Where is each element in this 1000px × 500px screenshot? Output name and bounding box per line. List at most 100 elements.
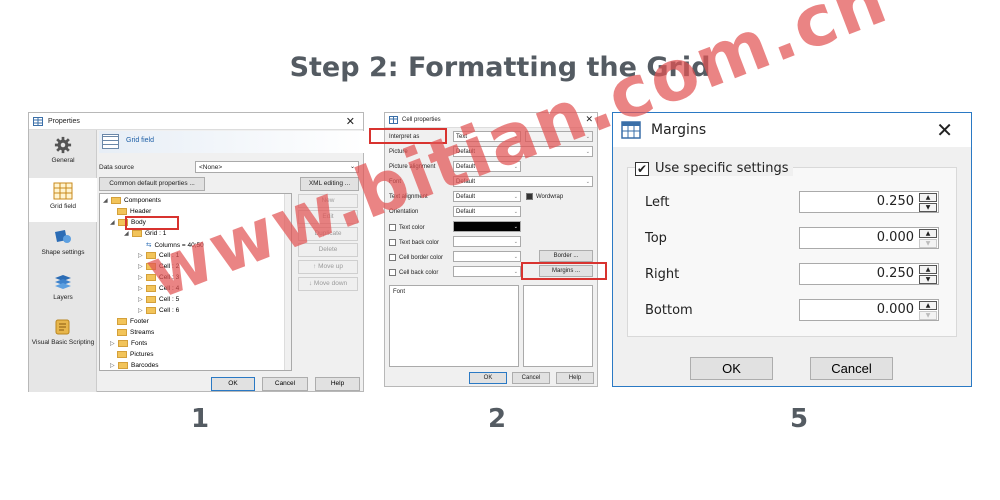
chevron-down-icon: ⌄ (513, 254, 518, 260)
nav-item-shape-settings[interactable]: Shape settings (29, 228, 97, 256)
tree-item-header[interactable]: Header (117, 208, 151, 215)
tree-label: Cell : 2 (159, 263, 180, 270)
help-button[interactable]: Help (556, 372, 594, 384)
help-button[interactable]: Help (315, 377, 360, 391)
tree-scrollbar[interactable] (284, 194, 291, 370)
picture-select[interactable]: Default ⌄ (453, 146, 593, 157)
top-value: 0.000 (876, 230, 914, 245)
nav-item-general[interactable]: General (29, 136, 97, 164)
duplicate-button[interactable]: Duplicate (298, 227, 358, 241)
delete-button[interactable]: Delete (298, 243, 358, 257)
wordwrap-checkbox[interactable]: Wordwrap (526, 193, 563, 200)
cancel-button[interactable]: Cancel (512, 372, 550, 384)
data-source-select[interactable]: <None> ⌄ (195, 161, 359, 173)
tree-label: Barcodes (131, 362, 159, 369)
top-input[interactable]: 0.000 ▲ ▼ (799, 227, 939, 249)
tree-item-barcodes[interactable]: ▷ Barcodes (110, 362, 158, 369)
common-default-properties-button[interactable]: Common default properties ... (99, 177, 205, 191)
select-value: Default (456, 164, 476, 170)
select-value: Default (456, 149, 476, 155)
text-color-checkbox[interactable]: Text color (389, 224, 425, 231)
move-up-label: Move up (318, 263, 343, 270)
tree-item-cell[interactable]: ▷ Cell : 2 (138, 263, 179, 270)
tree-item-cell[interactable]: ▷ Cell : 3 (138, 274, 179, 281)
nav-item-grid-field[interactable]: Grid field (29, 178, 97, 222)
interpret-extra-select[interactable]: ⌄ (525, 131, 593, 142)
expand-arrow-icon: ▷ (138, 308, 143, 314)
nav-label-visual-basic-scripting: Visual Basic Scripting (31, 339, 95, 346)
properties-title: Properties (48, 117, 80, 125)
move-up-button[interactable]: ↑ Move up (298, 260, 358, 274)
spin-down-icon[interactable]: ▼ (919, 203, 937, 212)
right-input[interactable]: 0.250 ▲ ▼ (799, 263, 939, 285)
cell-back-color-picker[interactable]: ⌄ (453, 266, 521, 277)
orientation-label: Orientation (389, 209, 419, 215)
spin-up-icon[interactable]: ▲ (919, 229, 937, 238)
expand-arrow-icon: ▷ (138, 297, 143, 303)
move-down-button[interactable]: ↓ Move down (298, 277, 358, 291)
tree-label: Cell : 4 (159, 285, 180, 292)
cell-properties-titlebar: Cell properties ✕ (385, 113, 597, 128)
checkbox-checked-icon (526, 193, 533, 200)
spin-up-icon[interactable]: ▲ (919, 301, 937, 310)
ok-button[interactable]: OK (469, 372, 507, 384)
new-button[interactable]: New (298, 194, 358, 208)
border-button[interactable]: Border ... (539, 250, 593, 262)
text-back-color-picker[interactable]: ⌄ (453, 236, 521, 247)
nav-item-layers[interactable]: Layers (29, 273, 97, 301)
close-icon[interactable]: ✕ (585, 114, 593, 125)
expand-arrow-icon: ▷ (110, 341, 115, 347)
tree-label: Cell : 1 (159, 252, 180, 259)
text-back-color-label: Text back color (399, 240, 440, 247)
use-specific-settings-label: Use specific settings (655, 161, 789, 176)
tree-item-grid[interactable]: ◢ Grid : 1 (124, 230, 166, 237)
spin-up-icon[interactable]: ▲ (919, 265, 937, 274)
grid-field-header: Grid field (99, 131, 364, 153)
orientation-select[interactable]: Default ⌄ (453, 206, 521, 217)
top-label: Top (645, 231, 667, 246)
bottom-input[interactable]: 0.000 ▲ ▼ (799, 299, 939, 321)
tree-item-cell[interactable]: ▷ Cell : 5 (138, 296, 179, 303)
tree-item-pictures[interactable]: Pictures (117, 351, 153, 358)
expand-arrow-icon: ◢ (110, 220, 115, 226)
edit-button[interactable]: Edit (298, 210, 358, 224)
select-value: Text (456, 134, 468, 140)
expand-arrow-icon: ▷ (110, 363, 115, 369)
tree-item-columns[interactable]: ⇆ Columns = 40;50 (146, 241, 204, 250)
ok-button[interactable]: OK (211, 377, 255, 391)
text-alignment-select[interactable]: Default ⌄ (453, 191, 521, 202)
script-icon (55, 319, 70, 335)
spin-up-icon[interactable]: ▲ (919, 193, 937, 202)
cancel-button[interactable]: Cancel (810, 357, 893, 380)
tree-item-cell[interactable]: ▷ Cell : 1 (138, 252, 179, 259)
text-color-picker[interactable]: ⌄ (453, 221, 521, 232)
nav-item-visual-basic-scripting[interactable]: Visual Basic Scripting (29, 318, 97, 346)
spin-down-icon[interactable]: ▼ (919, 239, 937, 248)
cell-back-color-checkbox[interactable]: Cell back color (389, 269, 438, 276)
nav-label-shape-settings: Shape settings (41, 249, 85, 256)
interpret-as-select[interactable]: Text ⌄ (453, 131, 521, 142)
spin-down-icon[interactable]: ▼ (919, 311, 937, 320)
tree-item-cell[interactable]: ▷ Cell : 4 (138, 285, 179, 292)
folder-icon (146, 307, 156, 314)
use-specific-settings-checkbox[interactable]: ✔ Use specific settings (635, 161, 793, 176)
tree-item-streams[interactable]: Streams (117, 329, 154, 336)
tree-item-fonts[interactable]: ▷ Fonts (110, 340, 147, 347)
cancel-button[interactable]: Cancel (262, 377, 308, 391)
font-preview-label: Font (393, 289, 406, 295)
font-select[interactable]: Default ⌄ (453, 176, 593, 187)
cell-border-color-picker[interactable]: ⌄ (453, 251, 521, 262)
tree-item-components[interactable]: ◢ Components (103, 197, 161, 204)
interpret-as-highlight (369, 128, 447, 144)
xml-editing-button[interactable]: XML editing ... (300, 177, 359, 191)
tree-item-footer[interactable]: Footer (117, 318, 149, 325)
picture-alignment-select[interactable]: Default ⌄ (453, 161, 521, 172)
spin-down-icon[interactable]: ▼ (919, 275, 937, 284)
close-icon[interactable]: ✕ (936, 118, 953, 142)
close-icon[interactable]: ✕ (346, 115, 355, 128)
left-input[interactable]: 0.250 ▲ ▼ (799, 191, 939, 213)
text-back-color-checkbox[interactable]: Text back color (389, 239, 439, 246)
tree-item-cell[interactable]: ▷ Cell : 6 (138, 307, 179, 314)
cell-border-color-checkbox[interactable]: Cell border color (389, 254, 443, 261)
ok-button[interactable]: OK (690, 357, 773, 380)
